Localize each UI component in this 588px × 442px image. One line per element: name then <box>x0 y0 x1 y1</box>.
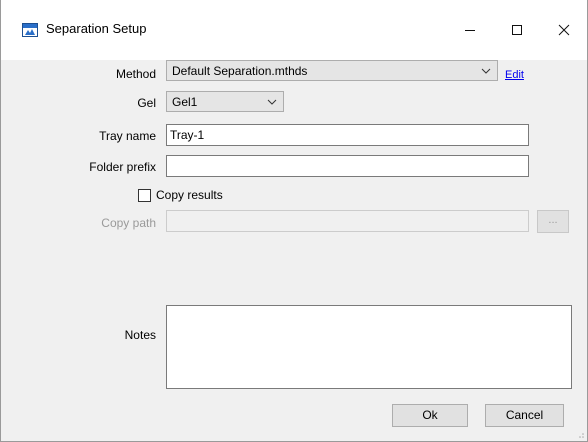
ok-button[interactable]: Ok <box>392 404 468 427</box>
tray-name-field[interactable] <box>166 124 529 146</box>
notes-field[interactable] <box>166 305 572 389</box>
folder-prefix-label: Folder prefix <box>89 160 156 174</box>
close-button[interactable] <box>541 13 587 47</box>
method-label: Method <box>115 67 156 81</box>
copy-path-field[interactable] <box>166 210 529 232</box>
chevron-down-icon <box>267 99 277 105</box>
tray-name-label: Tray name <box>99 129 156 143</box>
browse-button[interactable]: ... <box>537 210 569 233</box>
gel-label: Gel <box>137 96 156 110</box>
app-icon <box>22 23 38 37</box>
close-icon <box>558 24 570 36</box>
minimize-button[interactable] <box>447 13 493 47</box>
maximize-icon <box>512 25 522 35</box>
title-bar[interactable]: Separation Setup <box>1 0 587 60</box>
chevron-down-icon <box>481 68 491 74</box>
notes-label: Notes <box>124 328 156 342</box>
separation-setup-dialog: Separation Setup Method Default Separati… <box>0 0 588 442</box>
cancel-button[interactable]: Cancel <box>485 404 564 427</box>
method-value: Default Separation.mthds <box>172 64 308 78</box>
copy-results-checkbox[interactable] <box>138 189 151 202</box>
edit-method-link[interactable]: Edit <box>505 68 524 82</box>
window-title: Separation Setup <box>46 21 147 36</box>
method-dropdown[interactable]: Default Separation.mthds <box>166 60 498 81</box>
folder-prefix-field[interactable] <box>166 155 529 177</box>
gel-dropdown[interactable]: Gel1 <box>166 91 284 112</box>
copy-results-label[interactable]: Copy results <box>156 187 223 203</box>
gel-value: Gel1 <box>172 95 198 109</box>
resize-grip-icon[interactable] <box>575 429 585 439</box>
maximize-button[interactable] <box>494 13 540 47</box>
minimize-icon <box>465 30 475 31</box>
copy-path-label: Copy path <box>101 216 156 230</box>
